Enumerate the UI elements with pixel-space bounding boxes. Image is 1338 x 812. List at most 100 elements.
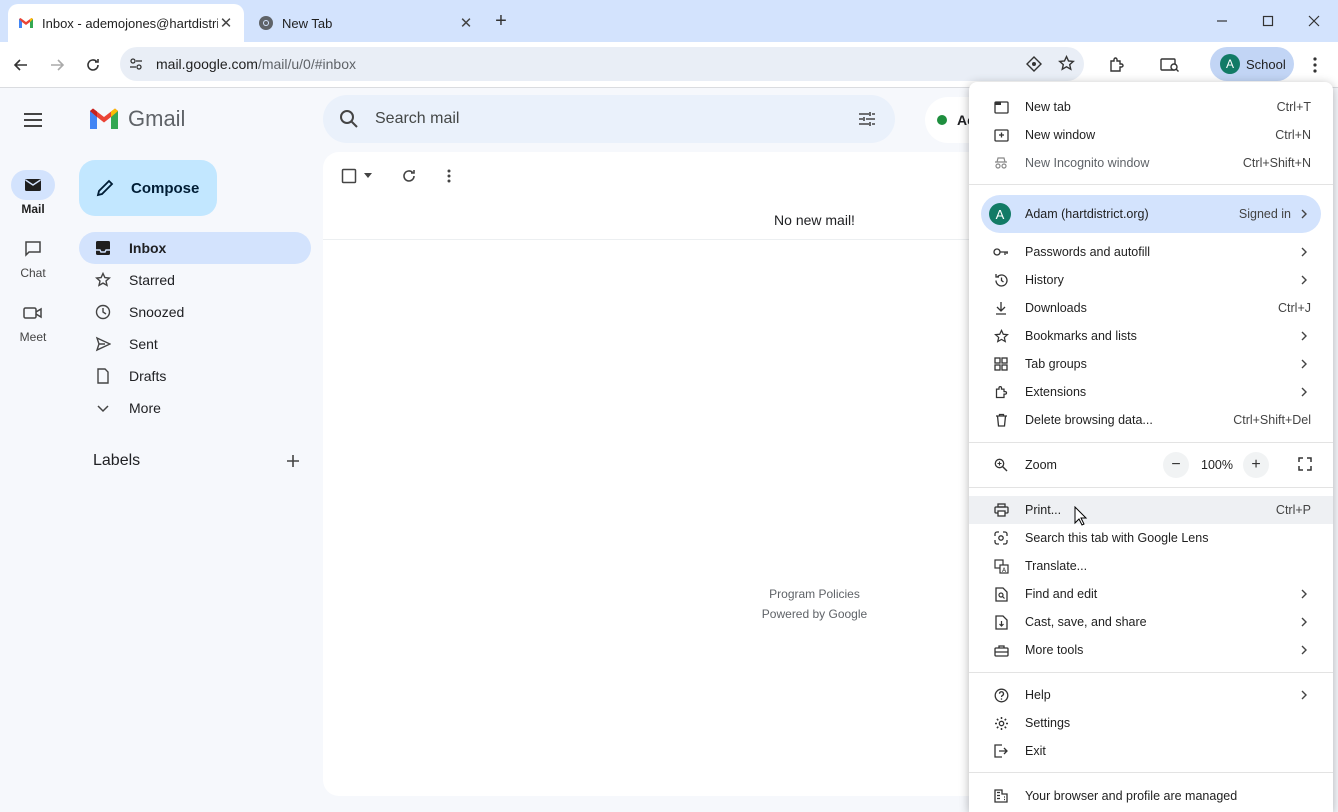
rail-item-mail[interactable]: Mail	[0, 170, 66, 216]
menu-label: Your browser and profile are managed	[1025, 789, 1238, 803]
menu-label: More tools	[1025, 643, 1084, 657]
menu-item-translate[interactable]: A Translate...	[969, 552, 1333, 580]
star-icon	[95, 272, 111, 288]
bookmark-star-icon[interactable]	[1058, 55, 1075, 72]
app-name: Gmail	[128, 106, 186, 131]
menu-item-account[interactable]: A Adam (hartdistrict.org) Signed in	[981, 195, 1321, 233]
zoom-in-button[interactable]: +	[1243, 452, 1269, 478]
send-icon	[95, 336, 111, 352]
profile-button[interactable]: A School	[1210, 47, 1294, 81]
zoom-out-button[interactable]: −	[1163, 452, 1189, 478]
gmail-icon	[18, 17, 34, 29]
lens-icon	[993, 530, 1009, 546]
menu-item-extensions[interactable]: Extensions	[969, 378, 1333, 406]
search-icon[interactable]	[339, 109, 359, 129]
reload-icon[interactable]	[81, 53, 105, 77]
menu-item-bookmarks-and-lists[interactable]: Bookmarks and lists	[969, 322, 1333, 350]
chevron-right-icon	[1299, 331, 1309, 341]
address-bar[interactable]: mail.google.com/mail/u/0/#inbox	[120, 47, 1084, 81]
close-tab-icon[interactable]: ✕	[218, 15, 234, 32]
download-icon	[993, 300, 1009, 316]
minimize-icon[interactable]	[1210, 10, 1234, 32]
back-arrow-icon[interactable]	[9, 53, 33, 77]
divider	[323, 239, 983, 240]
select-all-checkbox[interactable]	[341, 168, 357, 184]
menu-item-cast-save-share[interactable]: Cast, save, and share	[969, 608, 1333, 636]
gmail-logo[interactable]: Gmail	[88, 106, 185, 132]
nav-item-inbox[interactable]: Inbox	[79, 232, 311, 264]
nav-item-sent[interactable]: Sent	[79, 328, 311, 360]
history-icon	[993, 272, 1009, 288]
add-label-icon[interactable]	[284, 452, 302, 470]
menu-shortcut: Ctrl+J	[1278, 301, 1311, 315]
chevron-down-icon	[95, 400, 111, 416]
url-host: mail.google.com	[156, 56, 258, 72]
nav-item-more[interactable]: More	[79, 392, 311, 424]
menu-kebab-icon[interactable]	[1306, 55, 1324, 75]
nav-label: Snoozed	[129, 304, 185, 320]
search-bar[interactable]: Search mail	[323, 95, 895, 143]
site-settings-icon[interactable]	[128, 56, 144, 72]
nav-item-starred[interactable]: Starred	[79, 264, 311, 296]
menu-item-new-window[interactable]: New window Ctrl+N	[969, 121, 1333, 149]
more-options-icon[interactable]	[441, 168, 457, 184]
forward-arrow-icon[interactable]	[45, 53, 69, 77]
lens-install-icon[interactable]	[1026, 56, 1042, 72]
menu-item-find-and-edit[interactable]: Find and edit	[969, 580, 1333, 608]
tab-new-tab[interactable]: New Tab ✕	[248, 4, 484, 42]
menu-label: Translate...	[1025, 559, 1088, 573]
search-input[interactable]: Search mail	[375, 110, 459, 128]
menu-separator	[969, 442, 1333, 443]
menu-item-tab-groups[interactable]: Tab groups	[969, 350, 1333, 378]
compose-label: Compose	[131, 179, 200, 197]
menu-label: Search this tab with Google Lens	[1025, 531, 1209, 545]
maximize-icon[interactable]	[1256, 10, 1280, 32]
menu-item-managed[interactable]: Your browser and profile are managed	[969, 782, 1333, 810]
clock-icon	[95, 304, 111, 320]
refresh-icon[interactable]	[401, 168, 417, 184]
close-tab-icon[interactable]: ✕	[458, 15, 474, 32]
menu-item-history[interactable]: History	[969, 266, 1333, 294]
close-window-icon[interactable]	[1302, 10, 1326, 32]
mail-list-pane	[323, 152, 983, 796]
account-name: Adam (hartdistrict.org)	[1025, 207, 1149, 221]
extensions-icon[interactable]	[1108, 56, 1126, 74]
chevron-right-icon	[1299, 209, 1309, 219]
nav-item-drafts[interactable]: Drafts	[79, 360, 311, 392]
gear-icon	[993, 715, 1009, 731]
toolbox-icon	[993, 642, 1009, 658]
menu-item-passwords-and-autofill[interactable]: Passwords and autofill	[969, 238, 1333, 266]
menu-item-print[interactable]: Print... Ctrl+P	[969, 496, 1333, 524]
signed-in-status: Signed in	[1238, 207, 1291, 221]
menu-item-delete-browsing-data[interactable]: Delete browsing data... Ctrl+Shift+Del	[969, 406, 1333, 434]
trash-icon	[993, 412, 1009, 428]
menu-item-settings[interactable]: Settings	[969, 709, 1333, 737]
mail-icon	[11, 170, 55, 200]
new-tab-button[interactable]: +	[490, 10, 512, 32]
status-indicator[interactable]: Ac	[925, 97, 975, 143]
menu-item-help[interactable]: Help	[969, 681, 1333, 709]
search-options-icon[interactable]	[857, 109, 877, 129]
extensions-icon	[993, 384, 1009, 400]
menu-label: New tab	[1025, 100, 1071, 114]
tab-search-icon[interactable]	[1160, 56, 1180, 74]
chevron-right-icon	[1299, 387, 1309, 397]
menu-item-exit[interactable]: Exit	[969, 737, 1333, 765]
menu-item-more-tools[interactable]: More tools	[969, 636, 1333, 664]
menu-item-new-incognito-window[interactable]: New Incognito window Ctrl+Shift+N	[969, 149, 1333, 177]
menu-item-google-lens[interactable]: Search this tab with Google Lens	[969, 524, 1333, 552]
menu-label: New Incognito window	[1025, 156, 1150, 170]
select-dropdown-icon[interactable]	[363, 172, 373, 180]
rail-item-meet[interactable]: Meet	[0, 298, 66, 344]
menu-item-downloads[interactable]: Downloads Ctrl+J	[969, 294, 1333, 322]
help-icon	[993, 687, 1009, 703]
tab-gmail-inbox[interactable]: Inbox - ademojones@hartdistri ✕	[8, 4, 244, 42]
menu-separator	[969, 487, 1333, 488]
rail-item-chat[interactable]: Chat	[0, 234, 66, 280]
chrome-menu: New tab Ctrl+T New window Ctrl+N New Inc…	[969, 82, 1333, 812]
compose-button[interactable]: Compose	[79, 160, 217, 216]
new-tab-icon	[993, 99, 1009, 115]
menu-item-new-tab[interactable]: New tab Ctrl+T	[969, 93, 1333, 121]
fullscreen-icon[interactable]	[1298, 457, 1312, 471]
nav-item-snoozed[interactable]: Snoozed	[79, 296, 311, 328]
